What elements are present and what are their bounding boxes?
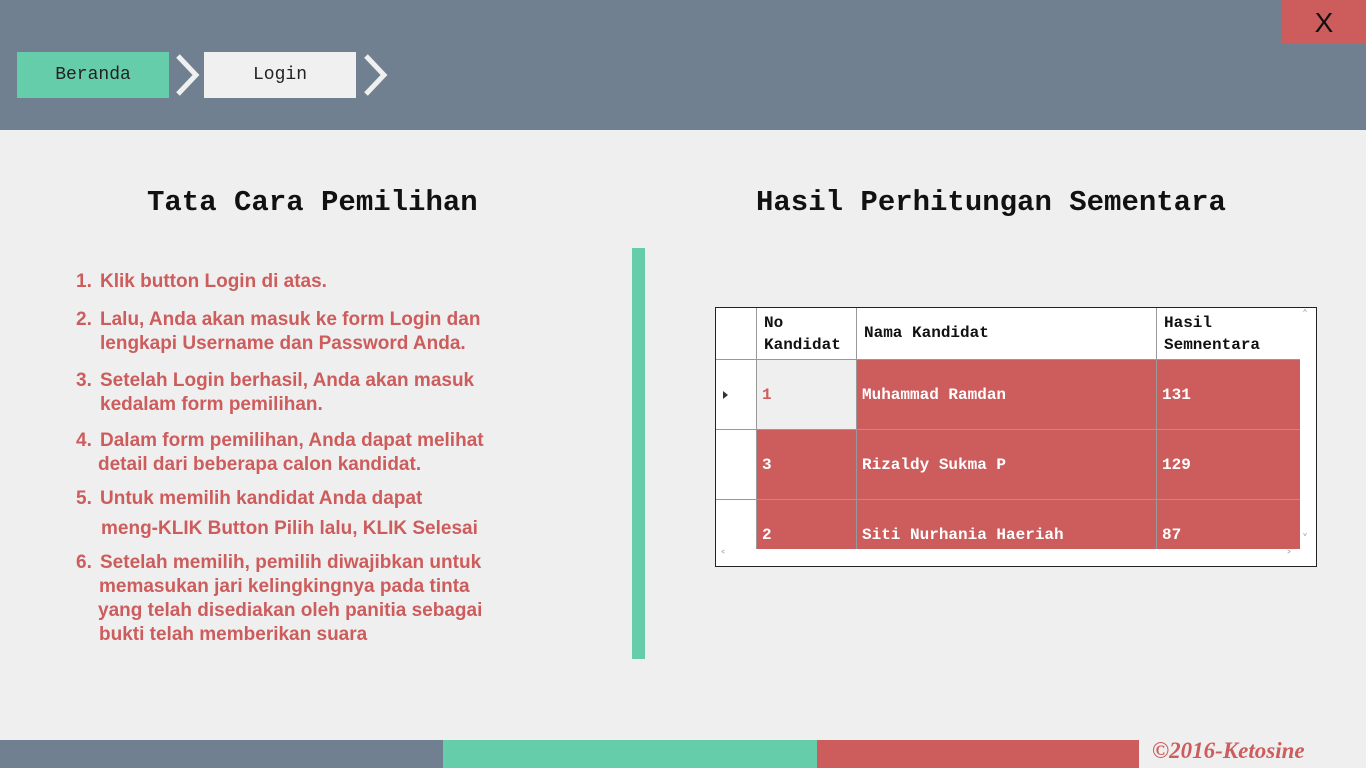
list-item: 5. Untuk memilih kandidat Anda dapat meng… <box>76 488 478 539</box>
current-row-indicator-icon <box>723 391 728 399</box>
cell-hasil-sementara[interactable]: 131 <box>1157 360 1300 430</box>
cell-nama-kandidat[interactable]: Rizaldy Sukma P <box>857 430 1157 500</box>
cell-hasil-sementara[interactable]: 87 <box>1157 500 1300 549</box>
cell-nama-kandidat[interactable]: Siti Nurhania Haeriah <box>857 500 1157 549</box>
list-item: 1. Klik button Login di atas. <box>76 271 327 292</box>
table-row[interactable]: 3 Rizaldy Sukma P 129 <box>716 430 1300 500</box>
footer-bar-red <box>817 740 1139 768</box>
cell-hasil-sementara[interactable]: 129 <box>1157 430 1300 500</box>
footer-bar-slate <box>0 740 443 768</box>
column-header-hasil-sementara[interactable]: Hasil Semnentara <box>1157 308 1300 359</box>
results-title: Hasil Perhitungan Sementara <box>756 186 1226 219</box>
chevron-right-icon <box>364 54 388 96</box>
vertical-scrollbar[interactable]: ˄ ˅ <box>1300 308 1314 549</box>
instructions-title: Tata Cara Pemilihan <box>147 186 478 219</box>
list-item: 4. Dalam form pemilihan, Anda dapat melih… <box>76 430 484 475</box>
list-item: 6. Setelah memilih, pemilih diwajibkan un… <box>76 552 483 645</box>
top-bar: X Beranda Login <box>0 0 1366 130</box>
cell-no-kandidat[interactable]: 2 <box>757 500 857 549</box>
scroll-up-icon[interactable]: ˄ <box>1302 308 1308 322</box>
row-selector[interactable] <box>716 500 757 549</box>
copyright-text: ©2016-Ketosine <box>1152 738 1305 763</box>
cell-no-kandidat[interactable]: 1 <box>757 360 857 430</box>
scroll-left-icon[interactable]: ˂ <box>720 549 726 563</box>
column-header-no-kandidat[interactable]: No Kandidat <box>757 308 857 359</box>
cell-no-kandidat[interactable]: 3 <box>757 430 857 500</box>
table-row[interactable]: 1 Muhammad Ramdan 131 <box>716 360 1300 430</box>
scroll-right-icon[interactable]: ˃ <box>1286 549 1292 563</box>
scroll-down-icon[interactable]: ˅ <box>1302 532 1308 546</box>
list-item: 3. Setelah Login berhasil, Anda akan masu… <box>76 370 475 415</box>
close-button[interactable]: X <box>1282 0 1366 44</box>
chevron-right-icon <box>176 54 200 96</box>
row-selector[interactable] <box>716 430 757 500</box>
list-item: 2. Lalu, Anda akan masuk ke form Login da… <box>76 309 481 354</box>
cell-nama-kandidat[interactable]: Muhammad Ramdan <box>857 360 1157 430</box>
vertical-divider <box>632 248 645 659</box>
row-header-corner <box>716 308 757 359</box>
table-row[interactable]: 2 Siti Nurhania Haeriah 87 <box>716 500 1300 549</box>
column-header-nama-kandidat[interactable]: Nama Kandidat <box>857 308 1157 359</box>
horizontal-scrollbar[interactable]: ˂ ˃ <box>716 549 1314 565</box>
table-header-row: No Kandidat Nama Kandidat Hasil Semnenta… <box>716 308 1300 360</box>
results-table[interactable]: No Kandidat Nama Kandidat Hasil Semnenta… <box>715 307 1317 567</box>
row-selector[interactable] <box>716 360 757 430</box>
login-button[interactable]: Login <box>204 52 356 98</box>
footer-bar-teal <box>443 740 817 768</box>
beranda-button[interactable]: Beranda <box>17 52 169 98</box>
